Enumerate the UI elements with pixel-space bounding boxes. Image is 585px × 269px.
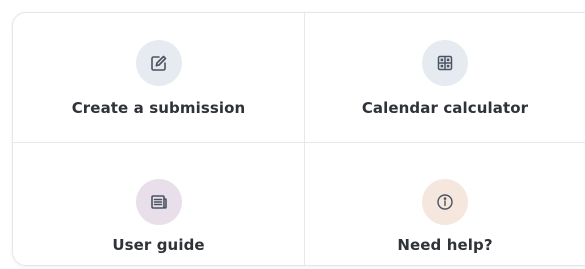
horizontal-divider: [13, 142, 585, 143]
user-guide-label: User guide: [112, 236, 205, 254]
create-submission-tile[interactable]: Create a submission: [13, 13, 304, 142]
page: Create a submission Calendar calculator: [0, 0, 585, 269]
need-help-label: Need help?: [397, 236, 493, 254]
edit-icon: [135, 40, 182, 86]
quick-links-grid: Create a submission Calendar calculator: [13, 13, 585, 265]
calendar-calculator-label: Calendar calculator: [361, 99, 529, 117]
create-submission-label: Create a submission: [71, 99, 246, 117]
quick-links-card: Create a submission Calendar calculator: [12, 12, 585, 266]
calendar-grid-icon: [422, 40, 468, 86]
vertical-divider: [304, 13, 305, 265]
user-guide-tile[interactable]: User guide: [13, 142, 304, 265]
need-help-tile[interactable]: Need help?: [304, 142, 585, 265]
calendar-calculator-tile[interactable]: Calendar calculator: [304, 13, 585, 142]
guide-icon: [135, 179, 182, 225]
info-icon: [422, 179, 468, 225]
